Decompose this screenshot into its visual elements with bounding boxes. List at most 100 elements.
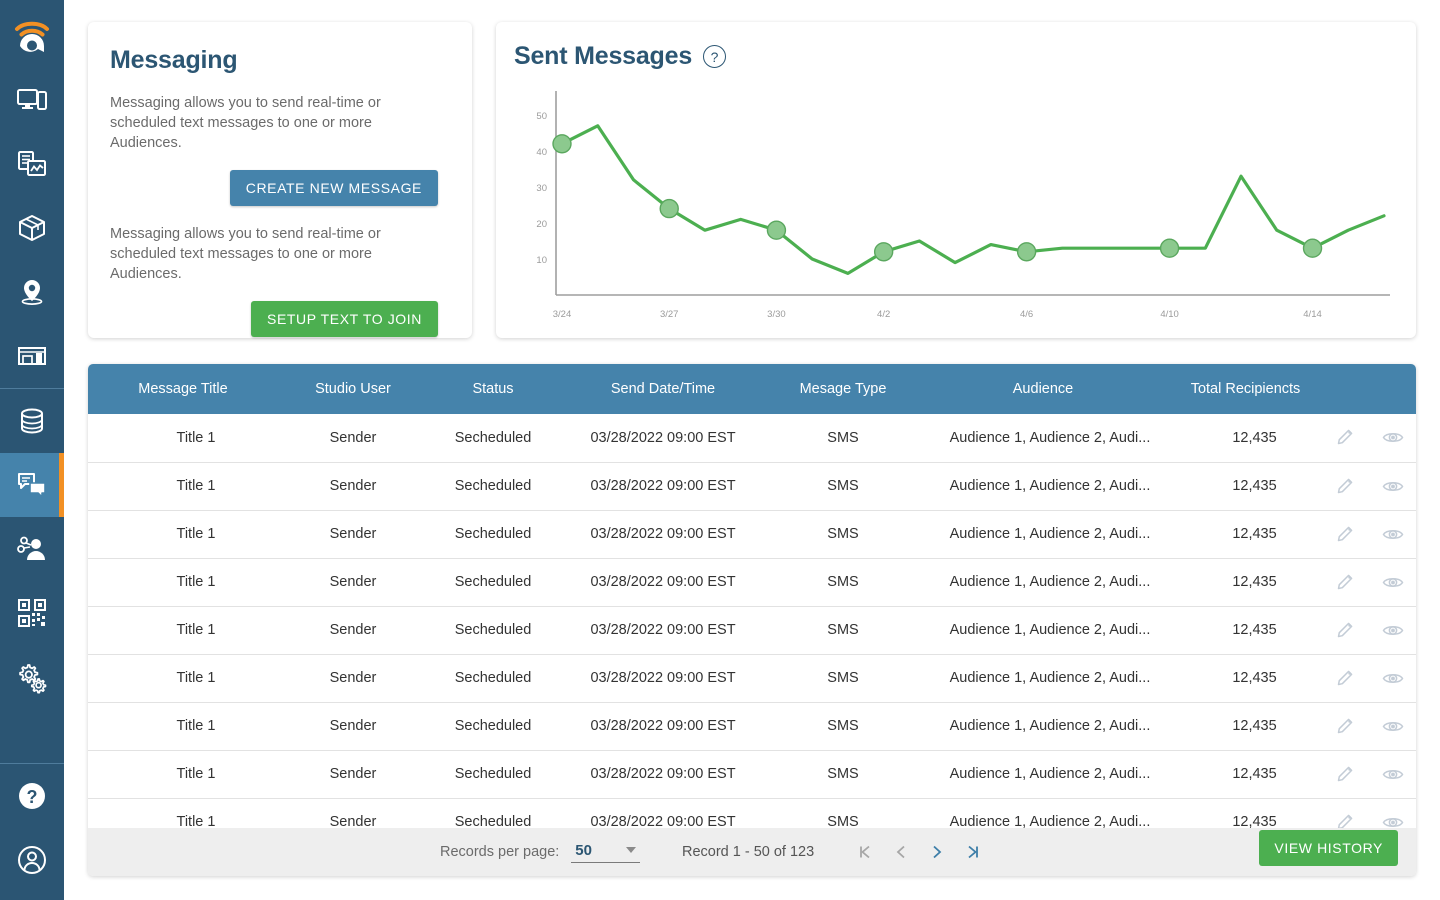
table-row[interactable]: Title 1 Sender Secheduled 03/28/2022 09:00 … (88, 510, 1416, 559)
setup-text-to-join-button[interactable]: SETUP TEXT TO JOIN (251, 301, 438, 337)
cell-actions (1323, 702, 1416, 751)
view-eye-icon[interactable] (1382, 621, 1404, 640)
cell-message-title: Title 1 (88, 558, 278, 607)
cell-audience: Audience 1, Audience 2, Audi... (918, 558, 1168, 607)
cell-studio-user: Sender (278, 558, 428, 607)
col-status[interactable]: Status (428, 364, 558, 414)
pager (854, 841, 984, 863)
table-row[interactable]: Title 1 Sender Secheduled 03/28/2022 09:00 … (88, 606, 1416, 655)
edit-pencil-icon[interactable] (1335, 717, 1354, 736)
first-page-icon[interactable] (854, 841, 876, 863)
table-row[interactable]: Title 1 Sender Secheduled 03/28/2022 09:00 … (88, 462, 1416, 511)
svg-text:10: 10 (536, 255, 547, 266)
view-eye-icon[interactable] (1382, 525, 1404, 544)
database-icon (21, 408, 43, 434)
cell-message-type: SMS (768, 606, 918, 655)
create-new-message-button[interactable]: CREATE NEW MESSAGE (229, 170, 438, 206)
next-page-icon[interactable] (926, 841, 948, 863)
cell-audience: Audience 1, Audience 2, Audi... (918, 606, 1168, 655)
table-row[interactable]: Title 1 Sender Secheduled 03/28/2022 09:00 … (88, 702, 1416, 751)
cell-message-title: Title 1 (88, 414, 278, 463)
col-send-datetime[interactable]: Send Date/Time (558, 364, 768, 414)
cell-send-datetime: 03/28/2022 09:00 EST (558, 510, 768, 559)
view-history-button[interactable]: VIEW HISTORY (1259, 830, 1398, 866)
table-row[interactable]: Title 1 Sender Secheduled 03/28/2022 09:00 … (88, 558, 1416, 607)
chart-plot-area: 10 20 30 40 50 3/24 3/27 3/30 4/2 4/6 4/10 4/14 (514, 83, 1398, 333)
edit-pencil-icon[interactable] (1335, 573, 1354, 592)
cell-message-type: SMS (768, 702, 918, 751)
cell-studio-user: Sender (278, 750, 428, 799)
table-row[interactable]: Title 1 Sender Secheduled 03/28/2022 09:00 … (88, 414, 1416, 463)
col-studio-user[interactable]: Studio User (278, 364, 428, 414)
app-logo[interactable] (0, 4, 64, 68)
setup-text-to-join-row: SETUP TEXT TO JOIN (110, 301, 450, 337)
view-eye-icon[interactable] (1382, 669, 1404, 688)
sidebar-item-account[interactable] (0, 828, 64, 892)
records-per-page-select[interactable]: 50 (571, 842, 640, 863)
edit-pencil-icon[interactable] (1335, 428, 1354, 447)
sidebar-item-data[interactable] (0, 389, 64, 453)
col-audience[interactable]: Audience (918, 364, 1168, 414)
sidebar-item-packages[interactable] (0, 196, 64, 260)
sidebar-item-reports[interactable] (0, 132, 64, 196)
cell-total-recipients: 12,435 (1168, 702, 1323, 751)
table-row[interactable]: Title 1 Sender Secheduled 03/28/2022 09:00 … (88, 654, 1416, 703)
cell-status: Secheduled (428, 414, 558, 463)
cell-audience: Audience 1, Audience 2, Audi... (918, 510, 1168, 559)
view-eye-icon[interactable] (1382, 765, 1404, 784)
cell-audience: Audience 1, Audience 2, Audi... (918, 750, 1168, 799)
edit-pencil-icon[interactable] (1335, 765, 1354, 784)
cell-total-recipients: 12,435 (1168, 654, 1323, 703)
view-eye-icon[interactable] (1382, 428, 1404, 447)
records-per-page-label: Records per page: (440, 844, 560, 860)
previous-page-icon[interactable] (890, 841, 912, 863)
cell-message-title: Title 1 (88, 510, 278, 559)
cell-audience: Audience 1, Audience 2, Audi... (918, 654, 1168, 703)
col-message-type[interactable]: Mesage Type (768, 364, 918, 414)
edit-pencil-icon[interactable] (1335, 477, 1354, 496)
view-eye-icon[interactable] (1382, 477, 1404, 496)
messaging-paragraph-2: Messaging allows you to send real-time o… (110, 226, 381, 282)
cell-status: Secheduled (428, 702, 558, 751)
view-eye-icon[interactable] (1382, 573, 1404, 592)
svg-text:?: ? (27, 787, 38, 807)
cell-message-type: SMS (768, 558, 918, 607)
package-box-icon (19, 215, 45, 241)
sidebar-item-venues[interactable] (0, 324, 64, 388)
cell-message-title: Title 1 (88, 750, 278, 799)
last-page-icon[interactable] (962, 841, 984, 863)
sidebar-item-settings[interactable] (0, 645, 64, 709)
monitor-mobile-icon (17, 89, 47, 110)
view-history-container: VIEW HISTORY (1259, 830, 1398, 866)
col-message-title[interactable]: Message Title (88, 364, 278, 414)
edit-pencil-icon[interactable] (1335, 525, 1354, 544)
cell-message-type: SMS (768, 414, 918, 463)
table-row[interactable]: Title 1 Sender Secheduled 03/28/2022 09:00 … (88, 750, 1416, 799)
col-total-recipients[interactable]: Total Recipiencts (1168, 364, 1323, 414)
svg-text:4/2: 4/2 (877, 309, 890, 320)
cell-total-recipients: 12,435 (1168, 558, 1323, 607)
cell-total-recipients: 12,435 (1168, 510, 1323, 559)
sidebar-item-locations[interactable] (0, 260, 64, 324)
cell-studio-user: Sender (278, 414, 428, 463)
cell-send-datetime: 03/28/2022 09:00 EST (558, 414, 768, 463)
help-icon[interactable]: ? (703, 45, 727, 68)
cell-message-type: SMS (768, 510, 918, 559)
view-eye-icon[interactable] (1382, 717, 1404, 736)
map-pin-icon (21, 280, 43, 305)
cell-message-type: SMS (768, 750, 918, 799)
cell-status: Secheduled (428, 606, 558, 655)
sidebar-item-audiences[interactable] (0, 517, 64, 581)
col-actions (1323, 364, 1416, 414)
sidebar-item-qr-codes[interactable] (0, 581, 64, 645)
edit-pencil-icon[interactable] (1335, 621, 1354, 640)
cell-total-recipients: 12,435 (1168, 414, 1323, 463)
sent-messages-card: Sent Messages ? 10 20 30 40 50 3/24 3/27 3/30 4/… (496, 22, 1416, 338)
sidebar-item-help[interactable]: ? (0, 764, 64, 828)
sidebar-item-devices[interactable] (0, 68, 64, 132)
cell-message-type: SMS (768, 654, 918, 703)
edit-pencil-icon[interactable] (1335, 669, 1354, 688)
svg-text:40: 40 (536, 147, 547, 158)
sidebar-item-messaging[interactable] (0, 453, 64, 517)
cell-message-type: SMS (768, 462, 918, 511)
